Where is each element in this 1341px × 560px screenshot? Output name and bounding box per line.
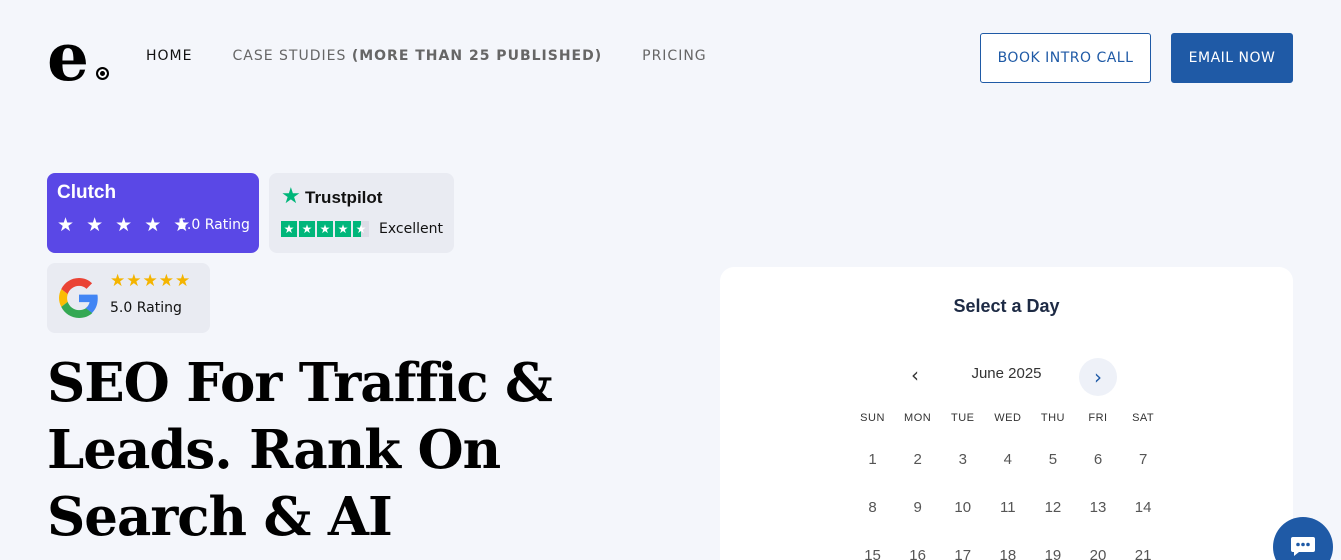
calendar-title: Select a Day bbox=[953, 296, 1060, 316]
calendar-day[interactable]: 9 bbox=[895, 484, 940, 532]
logo-dot-icon bbox=[96, 67, 109, 80]
email-now-button[interactable]: EMAIL NOW bbox=[1171, 33, 1293, 83]
weekday-label: FRI bbox=[1088, 412, 1108, 424]
book-intro-call-button[interactable]: BOOK INTRO CALL bbox=[980, 33, 1151, 83]
next-month-chevron-right-icon[interactable]: › bbox=[1079, 358, 1117, 396]
chat-bubble-icon bbox=[1291, 537, 1315, 556]
trustpilot-name: Trustpilot bbox=[305, 188, 383, 207]
calendar-week: 8 9 10 11 12 13 14 bbox=[850, 484, 1166, 532]
google-stars-icon: ★★★★★ bbox=[110, 271, 192, 291]
calendar-day[interactable]: 7 bbox=[1121, 436, 1166, 484]
calendar-day[interactable]: 13 bbox=[1075, 484, 1120, 532]
clutch-rating: 5.0 Rating bbox=[178, 217, 250, 233]
calendar-week: 1 2 3 4 5 6 7 bbox=[850, 436, 1166, 484]
google-rating: 5.0 Rating bbox=[110, 300, 182, 316]
weekday-label: SUN bbox=[860, 412, 885, 424]
hero-headline: SEO For Traffic & Leads. Rank On Search … bbox=[47, 352, 553, 548]
calendar-day[interactable]: 14 bbox=[1121, 484, 1166, 532]
calendar-grid: SUN MON TUE WED THU FRI SAT 1 2 3 4 5 6 … bbox=[850, 412, 1166, 560]
trustpilot-stars-icon: ★ ★ ★ ★ ★ bbox=[281, 221, 369, 237]
calendar-day[interactable]: 21 bbox=[1121, 532, 1166, 560]
calendar-day[interactable]: 4 bbox=[985, 436, 1030, 484]
calendar-day[interactable]: 5 bbox=[1030, 436, 1075, 484]
weekday-label: THU bbox=[1040, 412, 1065, 424]
google-icon bbox=[59, 278, 98, 318]
calendar-day[interactable]: 8 bbox=[850, 484, 895, 532]
calendar-day[interactable]: 2 bbox=[895, 436, 940, 484]
calendar-day[interactable]: 19 bbox=[1030, 532, 1075, 560]
weekday-label: TUE bbox=[950, 412, 975, 424]
calendar-day[interactable]: 10 bbox=[940, 484, 985, 532]
main-nav: HOME CASE STUDIES (MORE THAN 25 PUBLISHE… bbox=[146, 48, 707, 64]
trustpilot-star-icon: ★ bbox=[281, 184, 301, 209]
google-badge[interactable]: ★★★★★ 5.0 Rating bbox=[47, 263, 210, 333]
calendar-day[interactable]: 15 bbox=[850, 532, 895, 560]
weekday-label: MON bbox=[904, 412, 932, 424]
calendar-day[interactable]: 17 bbox=[940, 532, 985, 560]
trustpilot-badge[interactable]: ★ Trustpilot ★ ★ ★ ★ ★ Excellent bbox=[269, 173, 454, 253]
logo[interactable]: e bbox=[47, 24, 111, 90]
calendar-day[interactable]: 11 bbox=[985, 484, 1030, 532]
clutch-name: Clutch bbox=[57, 182, 117, 203]
weekday-label: WED bbox=[994, 412, 1022, 424]
calendar-week: 15 16 17 18 19 20 21 bbox=[850, 532, 1166, 560]
trustpilot-rating: Excellent bbox=[379, 221, 443, 237]
clutch-stars-icon: ★ ★ ★ ★ ★ bbox=[57, 214, 194, 236]
calendar-day[interactable]: 18 bbox=[985, 532, 1030, 560]
nav-home[interactable]: HOME bbox=[146, 48, 192, 64]
weekday-label: SAT bbox=[1132, 412, 1155, 424]
weekday-header: SUN MON TUE WED THU FRI SAT bbox=[850, 412, 1166, 424]
calendar-day[interactable]: 16 bbox=[895, 532, 940, 560]
calendar-day[interactable]: 12 bbox=[1030, 484, 1075, 532]
calendar-day[interactable]: 20 bbox=[1075, 532, 1120, 560]
calendar-month: June 2025 bbox=[971, 365, 1042, 382]
nav-case-studies[interactable]: CASE STUDIES (MORE THAN 25 PUBLISHED) bbox=[232, 48, 602, 64]
logo-letter: e bbox=[47, 18, 89, 96]
calendar-day[interactable]: 1 bbox=[850, 436, 895, 484]
nav-case-studies-suffix: (MORE THAN 25 PUBLISHED) bbox=[351, 48, 603, 64]
clutch-badge[interactable]: Clutch ★ ★ ★ ★ ★ 5.0 Rating bbox=[47, 173, 259, 253]
nav-case-studies-label: CASE STUDIES bbox=[232, 48, 347, 64]
nav-pricing[interactable]: PRICING bbox=[642, 48, 707, 64]
calendar-day[interactable]: 3 bbox=[940, 436, 985, 484]
calendar-card: Select a Day ‹ June 2025 › SUN MON TUE W… bbox=[720, 267, 1293, 560]
calendar-day[interactable]: 6 bbox=[1075, 436, 1120, 484]
